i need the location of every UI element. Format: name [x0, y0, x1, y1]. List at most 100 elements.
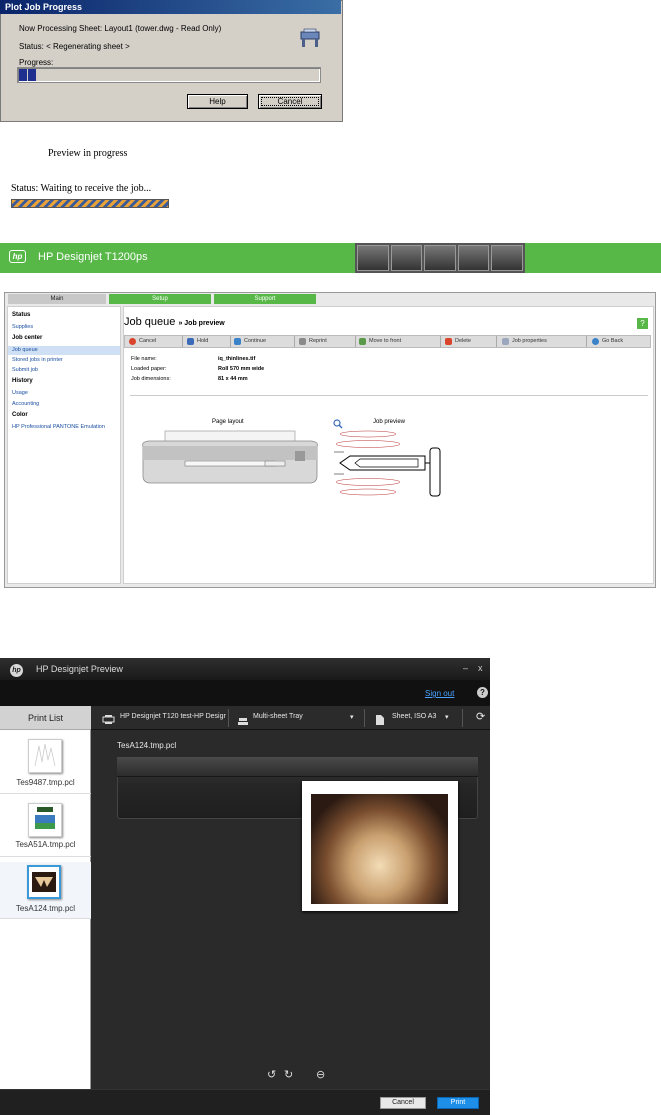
- print-list-item-label[interactable]: Tes9487.tmp.pcl: [0, 778, 91, 787]
- job-preview-caption: Job preview: [373, 419, 406, 425]
- preview-in-progress-text: Preview in progress: [48, 148, 128, 159]
- sidebar-heading-color: Color: [12, 412, 28, 418]
- file-name-value: iq_thinlines.tif: [218, 356, 256, 362]
- tab-setup[interactable]: Setup: [109, 294, 211, 304]
- toolbar-separator: [440, 336, 441, 347]
- sidebar-item-job-queue[interactable]: Job queue: [12, 347, 38, 353]
- plotter-icon: [298, 27, 322, 49]
- sidebar-heading-status: Status: [12, 312, 31, 318]
- toolbar-move-to-front-button[interactable]: Move to front: [359, 336, 401, 347]
- printer-top-panel: [117, 757, 478, 777]
- loaded-paper-value: Roll 570 mm wide: [218, 366, 265, 372]
- product-title: HP Designjet T1200ps: [38, 251, 148, 263]
- file-name-label: File name:: [131, 356, 157, 362]
- printer-icon: [102, 712, 115, 724]
- job-thumbnail-selected[interactable]: [27, 865, 61, 899]
- cancel-button[interactable]: Cancel: [258, 94, 322, 109]
- printed-photo-preview: [311, 794, 448, 904]
- toolbar-separator: [230, 336, 231, 347]
- page-layout-caption: Page layout: [212, 419, 244, 425]
- tray-icon: [238, 713, 248, 725]
- sidebar-item-supplies[interactable]: Supplies: [12, 324, 33, 330]
- zoom-icon[interactable]: [333, 416, 343, 429]
- job-thumbnail[interactable]: [28, 739, 62, 773]
- page-title: Job queue » Job preview: [124, 316, 225, 328]
- progress-block: [28, 69, 36, 81]
- paper-select[interactable]: Sheet, ISO A3: [392, 713, 436, 720]
- page-title-text: Job queue: [124, 316, 176, 328]
- loaded-paper-label: Loaded paper:: [131, 366, 167, 372]
- toolbar-continue-button[interactable]: Continue: [234, 336, 266, 347]
- progress-fill: [19, 69, 36, 81]
- toolbar-job-properties-button[interactable]: Job properties: [502, 336, 547, 347]
- sidebar-item-usage[interactable]: Usage: [12, 390, 28, 396]
- printer-banner-image: [355, 243, 525, 273]
- list-separator: [0, 856, 91, 857]
- toolbar-hold-button[interactable]: Hold: [187, 336, 208, 347]
- zoom-icon[interactable]: ⊖: [316, 1068, 325, 1081]
- indeterminate-progress-bar: [11, 199, 169, 208]
- dialog-title-bar: Plot Job Progress: [0, 0, 341, 14]
- toolbar-separator: [294, 336, 295, 347]
- sidebar-heading-job-center: Job center: [12, 335, 43, 341]
- account-strip: [0, 680, 490, 706]
- sidebar-item-accounting[interactable]: Accounting: [12, 401, 39, 407]
- help-icon[interactable]: ?: [477, 687, 488, 698]
- print-list-item-label[interactable]: TesA124.tmp.pcl: [0, 904, 91, 913]
- printer-select[interactable]: HP Designjet T120 test-HP Desigr: [120, 713, 226, 720]
- sidebar-heading-history: History: [12, 378, 33, 384]
- rotate-right-icon[interactable]: ↻: [284, 1068, 293, 1081]
- progress-label: Progress:: [19, 58, 54, 67]
- refresh-icon[interactable]: ⟳: [476, 710, 485, 723]
- plot-progress-bar: [17, 67, 321, 83]
- printer-layout-image: [135, 428, 321, 488]
- sidebar-item-submit-job[interactable]: Submit job: [12, 367, 38, 373]
- delete-icon: [445, 338, 452, 345]
- print-button[interactable]: Print: [437, 1097, 479, 1109]
- help-button[interactable]: Help: [187, 94, 248, 109]
- hold-icon: [187, 338, 194, 345]
- content-divider: [130, 395, 648, 396]
- toolbar-go-back-button[interactable]: Go Back: [592, 336, 623, 347]
- toolbar-separator: [496, 336, 497, 347]
- status-text: Status: < Regenerating sheet >: [19, 42, 130, 51]
- toolbar-delete-button[interactable]: Delete: [445, 336, 471, 347]
- close-button[interactable]: x: [478, 663, 483, 673]
- toolbar-separator: [364, 709, 365, 727]
- bottom-tool-strip: [91, 1081, 490, 1089]
- cancel-button[interactable]: Cancel: [380, 1097, 426, 1109]
- minimize-button[interactable]: –: [463, 663, 468, 673]
- processing-sheet-text: Now Processing Sheet: Layout1 (tower.dwg…: [19, 24, 222, 33]
- waiting-status-text: Status: Waiting to receive the job...: [11, 183, 152, 194]
- sign-out-link[interactable]: Sign out: [425, 689, 454, 698]
- chevron-down-icon[interactable]: ▾: [445, 713, 449, 721]
- job-preview-drawing: [330, 428, 445, 498]
- tab-main[interactable]: Main: [8, 294, 106, 304]
- printer-icon: [299, 338, 306, 345]
- toolbar-separator: [228, 709, 229, 727]
- tab-support[interactable]: Support: [214, 294, 316, 304]
- app-title: HP Designjet Preview: [36, 664, 123, 674]
- tray-select[interactable]: Multi-sheet Tray: [253, 713, 303, 720]
- help-icon[interactable]: ?: [637, 318, 648, 329]
- sidebar-item-stored-jobs[interactable]: Stored jobs in printer: [12, 357, 63, 363]
- current-file-name: TesA124.tmp.pcl: [117, 741, 177, 750]
- print-list-header: Print List: [0, 706, 91, 730]
- hp-logo-icon: hp: [10, 664, 23, 677]
- page-subtitle: » Job preview: [178, 320, 225, 327]
- cancel-icon: [129, 338, 136, 345]
- chevron-down-icon[interactable]: ▾: [350, 713, 354, 721]
- toolbar-cancel-button[interactable]: Cancel: [129, 336, 156, 347]
- progress-block: [19, 69, 27, 81]
- job-thumbnail[interactable]: [28, 803, 62, 837]
- toolbar-reprint-button[interactable]: Reprint: [299, 336, 327, 347]
- sidebar-item-pantone[interactable]: HP Professional PANTONE Emulation: [12, 424, 105, 430]
- rotate-left-icon[interactable]: ↺: [267, 1068, 276, 1081]
- toolbar-separator: [586, 336, 587, 347]
- toolbar-separator: [355, 336, 356, 347]
- back-arrow-icon: [592, 338, 599, 345]
- list-separator: [0, 918, 91, 919]
- hp-logo-icon: hp: [9, 250, 26, 263]
- move-front-icon: [359, 338, 366, 345]
- print-list-item-label[interactable]: TesA51A.tmp.pcl: [0, 840, 91, 849]
